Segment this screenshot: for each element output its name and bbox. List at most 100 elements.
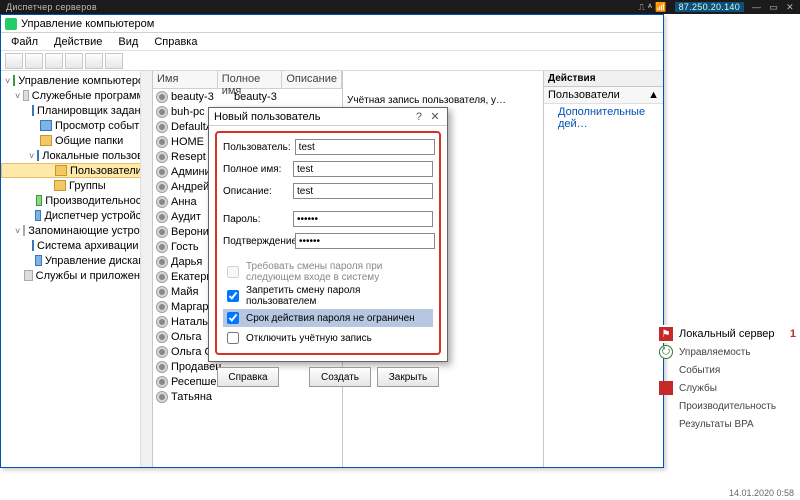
input-user[interactable]: [295, 139, 435, 155]
user-icon: [156, 166, 168, 178]
col-fullname[interactable]: Полное имя: [218, 71, 283, 89]
list-item[interactable]: beauty-3beauty-3: [153, 89, 342, 104]
tree-item[interactable]: Службы и приложения: [1, 268, 152, 283]
srv-alert-count: 1: [790, 328, 796, 340]
server-manager-panel: ⚑ Локальный сервер 1 ⭮ Управляемость Соб…: [655, 325, 800, 433]
tree-item[interactable]: ˅Служебные программы: [1, 88, 152, 103]
button-create[interactable]: Создать: [309, 367, 371, 387]
dialog-close-icon[interactable]: ✕: [428, 110, 442, 123]
tool-back-icon[interactable]: [5, 53, 23, 69]
tree-item[interactable]: Планировщик заданий: [1, 103, 152, 118]
input-fullname[interactable]: [293, 161, 433, 177]
user-icon: [156, 376, 168, 388]
tree-item[interactable]: Производительность: [1, 193, 152, 208]
input-password[interactable]: [293, 211, 433, 227]
dialog-titlebar[interactable]: Новый пользователь ? ✕: [209, 108, 447, 126]
tree-item[interactable]: Управление дисками: [1, 253, 152, 268]
input-description[interactable]: [293, 183, 433, 199]
tool-help-icon[interactable]: [105, 53, 123, 69]
actions-pane: Действия Пользователи ▲ Дополнительные д…: [543, 71, 663, 467]
user-icon: [156, 226, 168, 238]
tree-pane[interactable]: ˅ Управление компьютером (л ˅Служебные п…: [1, 71, 153, 467]
menu-help[interactable]: Справка: [148, 35, 203, 49]
checkbox-must-change: [227, 266, 239, 278]
timestamp: 14.01.2020 0:58: [729, 488, 794, 498]
window-max-icon[interactable]: ▭: [769, 2, 778, 13]
check-never-expires[interactable]: Срок действия пароля не ограничен: [223, 309, 433, 327]
srv-services[interactable]: Службы: [655, 379, 800, 397]
col-desc[interactable]: Описание: [282, 71, 342, 89]
srv-bpa[interactable]: Результаты BPA: [655, 415, 800, 433]
check-cannot-change[interactable]: Запретить смену пароля пользователем: [223, 285, 433, 307]
tree-item[interactable]: Общие папки: [1, 133, 152, 148]
mmc-title-text: Управление компьютером: [21, 18, 154, 30]
srv-manageability[interactable]: ⭮ Управляемость: [655, 343, 800, 361]
user-icon: [156, 256, 168, 268]
mmc-toolbar: [1, 51, 663, 71]
user-icon: [156, 106, 168, 118]
user-icon: [156, 316, 168, 328]
user-icon: [156, 271, 168, 283]
input-confirm[interactable]: [295, 233, 435, 249]
tool-up-icon[interactable]: [45, 53, 63, 69]
ip-address: 87.250.20.140: [675, 2, 744, 12]
tree-root[interactable]: ˅ Управление компьютером (л: [1, 73, 152, 88]
col-name[interactable]: Имя: [153, 71, 218, 89]
new-user-dialog[interactable]: Новый пользователь ? ✕ Пользователь: Пол…: [208, 107, 448, 362]
label-confirm: Подтверждение:: [223, 236, 291, 247]
app-top-strip: Диспетчер серверов ⎍ ᴬ 📶 87.250.20.140 —…: [0, 0, 800, 14]
user-icon: [156, 241, 168, 253]
user-icon: [156, 121, 168, 133]
user-icon: [156, 391, 168, 403]
mmc-menu-bar[interactable]: Файл Действие Вид Справка: [1, 33, 663, 51]
actions-header: Действия: [544, 71, 663, 87]
checkbox-never-expires[interactable]: [227, 312, 239, 324]
user-icon: [156, 136, 168, 148]
alert-flag-icon: ⚑: [659, 327, 673, 341]
user-icon: [156, 91, 168, 103]
tree-item[interactable]: Просмотр событий: [1, 118, 152, 133]
button-help[interactable]: Справка: [217, 367, 279, 387]
menu-view[interactable]: Вид: [112, 35, 144, 49]
menu-file[interactable]: Файл: [5, 35, 44, 49]
srv-header[interactable]: ⚑ Локальный сервер 1: [655, 325, 800, 343]
mmc-app-icon: [5, 18, 17, 30]
signal-icon: ⎍ ᴬ 📶: [638, 2, 666, 13]
list-header[interactable]: Имя Полное имя Описание: [153, 71, 342, 89]
label-user: Пользователь:: [223, 142, 291, 153]
tool-refresh-icon[interactable]: [65, 53, 83, 69]
user-icon: [156, 196, 168, 208]
window-close-icon[interactable]: ✕: [786, 2, 794, 13]
user-icon: [156, 331, 168, 343]
checkbox-cannot-change[interactable]: [227, 290, 239, 302]
tool-export-icon[interactable]: [85, 53, 103, 69]
tree-item[interactable]: Система архивации да: [1, 238, 152, 253]
tree-scrollbar[interactable]: [140, 71, 152, 467]
desc-hint: Учётная запись пользователя, у…: [347, 95, 506, 106]
button-close[interactable]: Закрыть: [377, 367, 439, 387]
dialog-title-text: Новый пользователь: [214, 111, 320, 123]
user-icon: [156, 286, 168, 298]
user-icon: [156, 361, 168, 373]
srv-performance[interactable]: Производительность: [655, 397, 800, 415]
checkbox-disable-account[interactable]: [227, 332, 239, 344]
menu-action[interactable]: Действие: [48, 35, 108, 49]
tree-item[interactable]: Диспетчер устройств: [1, 208, 152, 223]
dialog-help-icon[interactable]: ?: [416, 111, 422, 123]
check-disable-account[interactable]: Отключить учётную запись: [223, 329, 433, 347]
check-must-change: Требовать смены пароля при следующем вхо…: [223, 261, 433, 283]
tree-item[interactable]: Пользователи: [1, 163, 152, 178]
user-icon: [156, 301, 168, 313]
tree-item[interactable]: Группы: [1, 178, 152, 193]
tree-item[interactable]: ˅Запоминающие устройства: [1, 223, 152, 238]
tool-fwd-icon[interactable]: [25, 53, 43, 69]
label-password: Пароль:: [223, 214, 289, 225]
tree-item[interactable]: ˅Локальные пользователи: [1, 148, 152, 163]
window-min-icon[interactable]: —: [752, 2, 761, 12]
srv-events[interactable]: События: [655, 361, 800, 379]
actions-more-link[interactable]: Дополнительные дей…: [544, 104, 663, 132]
caret-up-icon[interactable]: ▲: [648, 89, 659, 101]
actions-sub[interactable]: Пользователи ▲: [544, 87, 663, 104]
user-icon: [156, 181, 168, 193]
mmc-titlebar[interactable]: Управление компьютером: [1, 15, 663, 33]
